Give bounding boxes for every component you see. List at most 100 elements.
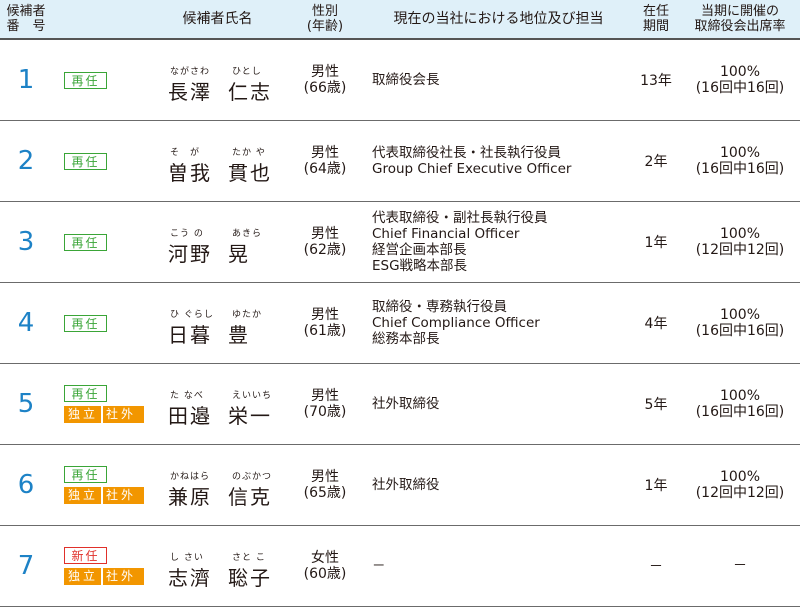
table-row: 2 再任そ が曽我 たか や貫也 男性 (64歳) 代表取締役社長・社長執行役員 Group… xyxy=(0,121,800,201)
age: (64歳) xyxy=(303,161,347,177)
status-badges: 再任 xyxy=(64,40,154,120)
gender-age: 男性 (61歳) xyxy=(285,283,365,363)
given-name-kanji: 聡子 xyxy=(228,566,272,590)
position-cell: 取締役会長 xyxy=(372,40,627,120)
reappointment-badge: 再任 xyxy=(64,152,107,170)
attendance-line: (16回中16回) xyxy=(695,323,785,339)
given-name: さと こ聡子 xyxy=(228,526,288,606)
attendance-line: (12回中12回) xyxy=(695,242,785,258)
independent-outside-badge: 独立 社外 xyxy=(64,406,144,423)
family-name: た なべ 田邉 xyxy=(168,364,228,444)
given-name-kanji: 貫也 xyxy=(228,161,272,185)
family-name-kanji: 兼原 xyxy=(168,485,212,509)
attendance-line: 100% xyxy=(719,64,761,80)
term-cell: 5年 xyxy=(644,397,668,413)
position-line: Group Chief Executive Officer xyxy=(372,161,572,177)
gender: 男性 xyxy=(311,145,339,161)
family-name: かねはら 兼原 xyxy=(168,445,228,525)
given-name: たか や貫也 xyxy=(228,121,288,201)
position-line: 代表取締役・副社長執行役員 xyxy=(372,210,548,226)
gender-age: 男性 (70歳) xyxy=(285,364,365,444)
position-cell: 取締役・専務執行役員 Chief Compliance Officer 総務本部長 xyxy=(372,283,627,363)
family-name: こう の河野 xyxy=(168,202,228,282)
family-name-kanji: 日暮 xyxy=(168,323,212,347)
term-cell: － xyxy=(649,559,663,575)
attendance-cell: 100% (16回中16回) xyxy=(680,364,800,444)
attendance-line: － xyxy=(733,558,747,574)
family-name-kanji: 曽我 xyxy=(168,161,212,185)
header-attendance-line2: 取締役会出席率 xyxy=(694,19,786,34)
outside-label: 社外 xyxy=(106,407,137,421)
attendance-line: 100% xyxy=(719,145,761,161)
header-gender: 性別 (年齢) xyxy=(285,0,365,38)
given-name-kanji: 仁志 xyxy=(228,80,272,104)
family-name: ひ ぐらし 日暮 xyxy=(168,283,228,363)
candidate-number: 6 xyxy=(17,470,35,500)
status-badges: 新任独立 社外 xyxy=(64,526,154,606)
position-cell: 社外取締役 xyxy=(372,445,627,525)
position-line: 経営企画本部長 xyxy=(372,242,467,258)
reappointment-badge: 再任 xyxy=(64,466,107,483)
attendance-line: (16回中16回) xyxy=(695,404,785,420)
given-name: えいいち 栄一 xyxy=(228,364,288,444)
position-line: Chief Financial Officer xyxy=(372,226,520,242)
header-gender-line1: 性別 xyxy=(311,4,338,19)
new-appointment-badge: 新任 xyxy=(64,547,107,564)
header-name: 候補者氏名 xyxy=(182,10,253,27)
attendance-line: 100% xyxy=(719,226,761,242)
gender: 男性 xyxy=(311,64,339,80)
family-name: そ が曽我 xyxy=(168,121,228,201)
attendance-cell: 100% (16回中16回) xyxy=(680,283,800,363)
term-cell: 2年 xyxy=(644,154,668,170)
status-badges: 再任 独立 社外 xyxy=(64,445,154,525)
header-no-line1: 候補者 xyxy=(6,4,46,19)
family-name-kanji: 田邉 xyxy=(168,404,212,428)
term-cell: 1年 xyxy=(644,235,668,251)
position-line: 取締役・専務執行役員 xyxy=(372,299,507,315)
header-attendance: 当期に開催の 取締役会出席率 xyxy=(680,0,800,38)
header-gender-line2: (年齢) xyxy=(306,19,344,34)
position-line: Chief Compliance Officer xyxy=(372,315,540,331)
position-cell: 代表取締役・副社長執行役員 Chief Financial Officer 経営企画… xyxy=(372,202,627,282)
given-name: ゆたか豊 xyxy=(228,283,288,363)
attendance-line: 100% xyxy=(719,307,761,323)
position-line: 社外取締役 xyxy=(372,477,440,493)
candidate-number: 1 xyxy=(17,65,35,95)
given-name: ひとし 仁志 xyxy=(228,40,288,120)
attendance-line: 100% xyxy=(719,469,761,485)
header-attendance-line1: 当期に開催の xyxy=(700,4,779,19)
independent-label: 独立 xyxy=(68,569,99,583)
position-line: ESG戦略本部長 xyxy=(372,258,468,274)
gender-age: 男性 (64歳) xyxy=(285,121,365,201)
given-name-kanji: 栄一 xyxy=(228,404,272,428)
gender: 女性 xyxy=(311,550,339,566)
age: (60歳) xyxy=(303,566,347,582)
position-line: 社外取締役 xyxy=(372,396,440,412)
candidate-number: 5 xyxy=(17,389,35,419)
family-name-kanji: 長澤 xyxy=(168,80,212,104)
independent-label: 独立 xyxy=(68,488,99,502)
table-row: 3 再任 こう の河野 あきら晃 男性 (62歳) 代表取締役・副社長執行役員 Chief F… xyxy=(0,202,800,282)
term-cell: 13年 xyxy=(640,73,672,89)
candidate-number: 3 xyxy=(17,227,35,257)
status-badges: 再任 独立 社外 xyxy=(64,364,154,444)
table-row: 1 再任 ながさわ 長澤 ひとし 仁志 男性 (66歳) 取締役会長 13年 100% (16回中16… xyxy=(0,40,800,120)
gender: 男性 xyxy=(311,469,339,485)
given-name: のぶかつ 信克 xyxy=(228,445,288,525)
header-term-line2: 期間 xyxy=(642,19,669,34)
family-name-kanji: 志濟 xyxy=(168,566,212,590)
table-row: 4 再任ひ ぐらし 日暮 ゆたか豊男性 (61歳) 取締役・専務執行役員 Chief Com… xyxy=(0,283,800,363)
age: (62歳) xyxy=(303,242,347,258)
attendance-cell: 100% (16回中16回) xyxy=(680,40,800,120)
reappointment-badge: 再任 xyxy=(64,314,107,332)
given-name: あきら晃 xyxy=(228,202,288,282)
independent-outside-badge: 独立 社外 xyxy=(64,568,144,585)
attendance-cell: 100% (16回中16回) xyxy=(680,121,800,201)
attendance-line: 100% xyxy=(719,388,761,404)
gender: 男性 xyxy=(311,226,339,242)
status-badges: 再任 xyxy=(64,202,154,282)
gender-age: 女性 (60歳) xyxy=(285,526,365,606)
position-line: 総務本部長 xyxy=(372,331,440,347)
table-row: 6 再任 独立 社外 かねはら 兼原 のぶかつ 信克 男性 (65歳) 社外取締役 1年 100% (12… xyxy=(0,445,800,525)
badge-separator xyxy=(101,568,104,585)
